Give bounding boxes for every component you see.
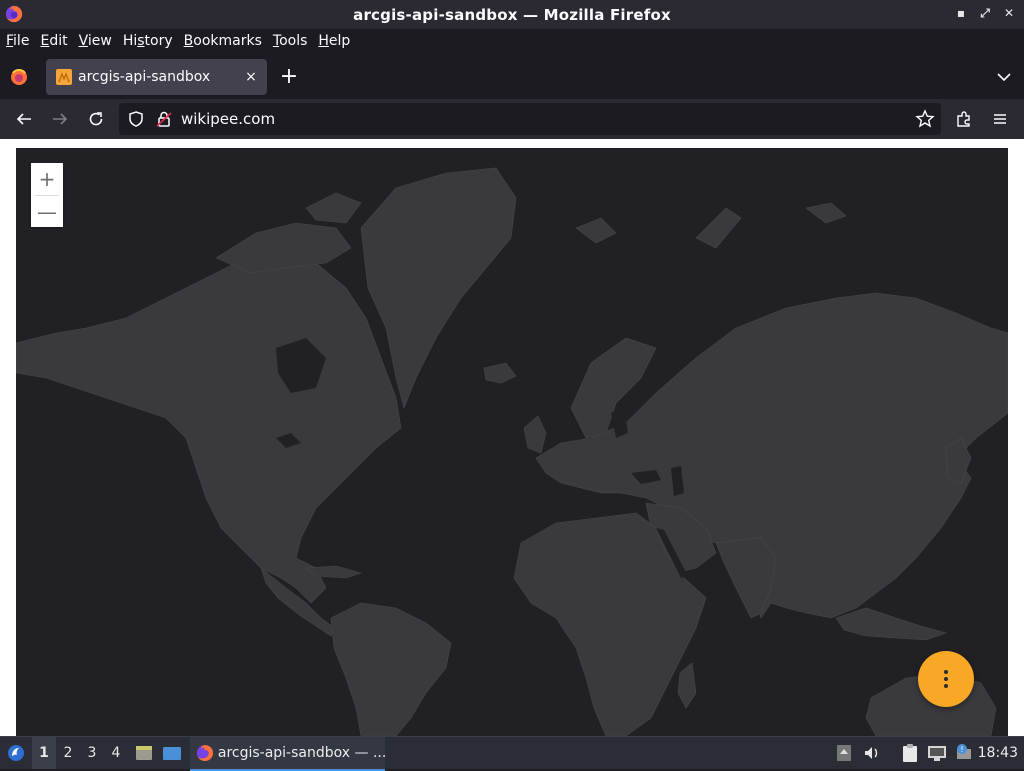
south-america-landmass <box>330 602 452 736</box>
north-america-landmass <box>16 247 402 604</box>
tab-bar: arcgis-api-sandbox × + <box>0 53 1024 99</box>
back-arrow-icon <box>16 113 31 125</box>
arctic-islands-landmass <box>215 222 352 274</box>
menu-edit[interactable]: Edit <box>34 29 72 53</box>
zoom-in-button[interactable]: + <box>31 163 63 195</box>
firefox-icon <box>196 744 214 762</box>
workspace-1[interactable]: 1 <box>32 737 56 769</box>
zoom-out-button[interactable]: — <box>31 196 63 228</box>
new-tab-button[interactable]: + <box>278 66 300 89</box>
extensions-button[interactable] <box>952 107 976 131</box>
distro-logo-icon <box>8 745 24 761</box>
bookmark-star-icon[interactable] <box>915 109 935 129</box>
hamburger-menu-icon <box>994 114 1006 124</box>
maximize-icon[interactable]: ⤢ <box>978 6 992 20</box>
vertical-dots-icon <box>944 670 948 688</box>
menu-history[interactable]: History <box>117 29 178 53</box>
madagascar-landmass <box>677 662 697 709</box>
southeast-asia-islands <box>835 607 947 641</box>
forward-button[interactable] <box>48 107 72 131</box>
title-bar: arcgis-api-sandbox — Mozilla Firefox ▪ ⤢… <box>0 0 1024 29</box>
british-isles-landmass <box>523 415 547 454</box>
network-icon[interactable] <box>925 737 949 769</box>
workspace-2[interactable]: 2 <box>56 737 80 769</box>
back-button[interactable] <box>12 107 36 131</box>
desktop-icon <box>163 747 181 760</box>
menu-file[interactable]: File <box>0 29 34 53</box>
page-content: + — <box>0 139 1024 736</box>
insecure-lock-icon[interactable] <box>155 110 173 128</box>
puzzle-piece-icon <box>957 111 970 127</box>
navigation-bar: wikipee.com <box>0 99 1024 139</box>
menu-help[interactable]: Help <box>312 29 355 53</box>
mediterranean-water <box>536 498 646 513</box>
arctic-island-2 <box>305 192 362 224</box>
world-map[interactable]: + — <box>16 148 1008 736</box>
tab-close-icon[interactable]: × <box>241 67 261 87</box>
file-manager-launcher[interactable] <box>132 737 156 769</box>
reload-icon <box>89 112 103 126</box>
svalbard-landmass <box>575 217 617 244</box>
clock: 18:43 <box>977 745 1018 761</box>
window-title: arcgis-api-sandbox — Mozilla Firefox <box>353 5 671 24</box>
reload-button[interactable] <box>84 107 108 131</box>
list-all-tabs-icon[interactable] <box>994 67 1014 87</box>
tracking-protection-shield-icon[interactable] <box>127 110 145 128</box>
tab-title: arcgis-api-sandbox <box>78 69 211 85</box>
menu-bookmarks[interactable]: Bookmarks <box>178 29 267 53</box>
forward-arrow-icon <box>53 113 68 125</box>
menu-bar: File Edit View History Bookmarks Tools Help <box>0 29 1024 53</box>
tray-updates-icon[interactable] <box>834 737 854 769</box>
options-menu-button[interactable] <box>918 651 974 707</box>
taskbar-window-label: arcgis-api-sandbox — ... <box>217 745 385 761</box>
address-bar[interactable]: wikipee.com <box>119 103 941 135</box>
firefox-view-icon[interactable] <box>9 67 29 87</box>
firefox-icon <box>5 5 23 23</box>
show-desktop-launcher[interactable] <box>160 737 184 769</box>
site-favicon-icon <box>56 69 72 85</box>
svg-text:!: ! <box>960 745 963 754</box>
app-menu-button[interactable] <box>988 107 1012 131</box>
close-icon[interactable]: ✕ <box>1002 6 1016 20</box>
volume-icon[interactable] <box>860 737 884 769</box>
menu-tools[interactable]: Tools <box>267 29 313 53</box>
workspace-3[interactable]: 3 <box>80 737 104 769</box>
tab-arcgis-api-sandbox[interactable]: arcgis-api-sandbox × <box>46 59 267 95</box>
clipboard-icon[interactable] <box>898 737 922 769</box>
workspace-4[interactable]: 4 <box>104 737 128 769</box>
firefox-window: arcgis-api-sandbox — Mozilla Firefox ▪ ⤢… <box>0 0 1024 771</box>
novaya-zemlya-landmass <box>695 207 742 249</box>
desktop-taskbar: 1234 arcgis-api-sandbox — ... ! 18:43 <box>0 736 1024 771</box>
notifications-icon[interactable]: ! <box>952 737 976 769</box>
iceland-landmass <box>483 362 517 384</box>
taskbar-firefox-window[interactable]: arcgis-api-sandbox — ... <box>190 737 385 771</box>
zoom-control: + — <box>31 163 63 227</box>
url-text[interactable]: wikipee.com <box>181 103 275 135</box>
start-menu-button[interactable] <box>2 737 30 769</box>
minimize-icon[interactable]: ▪ <box>954 6 968 20</box>
file-cabinet-icon <box>136 746 152 760</box>
menu-view[interactable]: View <box>73 29 117 53</box>
siberian-islands <box>805 202 847 224</box>
window-controls: ▪ ⤢ ✕ <box>954 6 1016 20</box>
map-basemap[interactable] <box>16 148 1008 736</box>
